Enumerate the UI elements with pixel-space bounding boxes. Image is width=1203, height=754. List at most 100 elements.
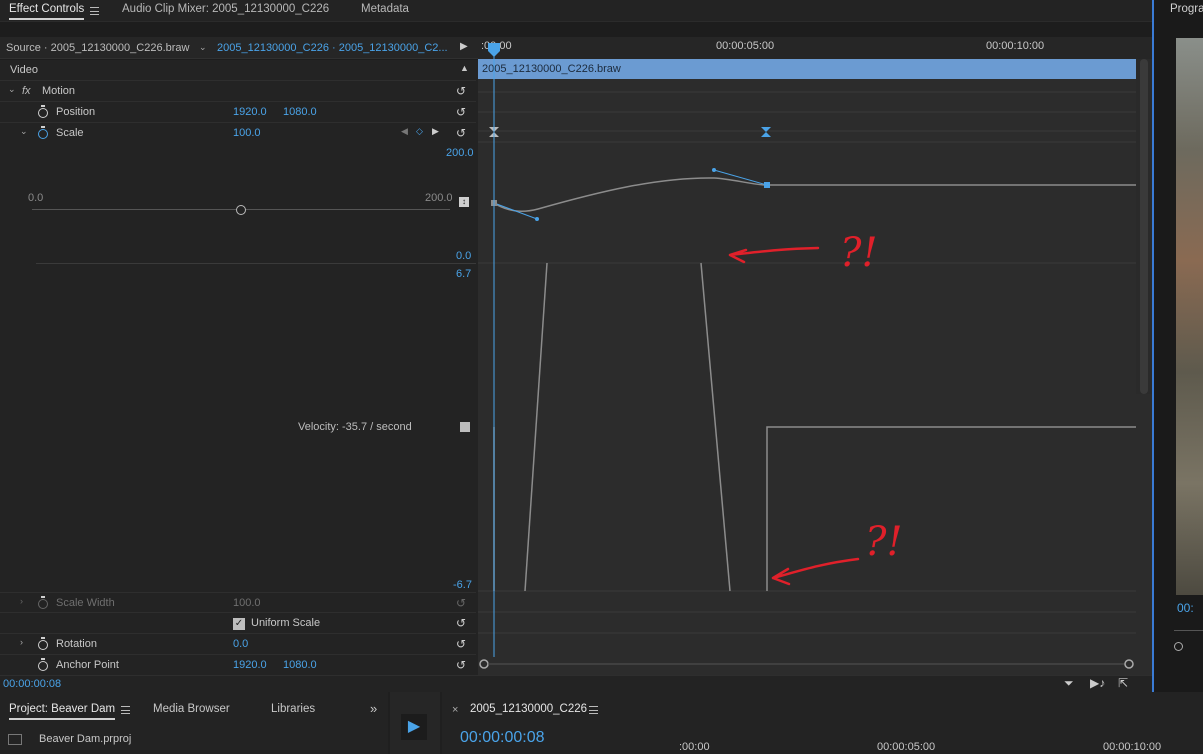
graph-divider [36,263,476,264]
keyframe-graph[interactable] [478,37,1152,675]
program-video-frame [1176,38,1203,595]
graph-bottom-label: 0.0 [456,250,472,262]
sequence-panel: × 2005_12130000_C226 00:00:00:08 :00:00 … [442,692,1203,754]
keyframe-point-selected[interactable] [764,182,770,188]
fx-icon[interactable]: fx [22,85,31,97]
project-file-icon [8,734,22,745]
reset-icon[interactable]: ↺ [456,638,468,650]
tab-metadata[interactable]: Metadata [361,3,409,15]
add-keyframe-icon[interactable]: ◇ [416,126,423,137]
panel-tab-bar: Effect Controls Audio Clip Mixer: 2005_1… [0,0,1152,22]
close-icon[interactable]: × [452,704,458,716]
annotation-note: ?! [840,230,878,276]
reset-icon[interactable]: ↺ [456,597,468,609]
velocity-top-label: 6.7 [456,268,472,280]
playhead-handle[interactable] [488,43,500,57]
filter-icon[interactable]: ⏷ [1064,676,1074,691]
panel-menu-icon[interactable] [589,706,598,714]
panel-menu-icon[interactable] [90,7,99,15]
scale-row: ⌄ Scale 100.0 ◀ ◇ ▶ ↺ [0,123,476,144]
chevron-down-icon[interactable]: ⌄ [20,126,28,137]
graph-top-label: 200.0 [446,147,474,159]
tab-libraries[interactable]: Libraries [271,703,315,715]
fit-graph-icon[interactable]: ↕ [459,197,469,207]
chevron-down-icon[interactable]: ⌄ [199,42,207,53]
reset-icon[interactable]: ↺ [456,85,468,97]
uniform-scale-label: Uniform Scale [251,617,321,629]
tab-project[interactable]: Project: Beaver Dam [9,703,116,720]
rotation-row: › Rotation 0.0 ↺ [0,634,476,655]
anchor-point-row: Anchor Point 1920.0 1080.0 ↺ [0,655,476,676]
seq-ruler-label-5: 00:00:05:00 [877,741,936,753]
export-icon[interactable]: ⇱ [1118,676,1128,690]
project-file-name[interactable]: Beaver Dam.prproj [39,733,131,745]
slider-max-label: 200.0 [425,192,453,204]
program-timecode[interactable]: 00: [1177,601,1194,615]
stopwatch-icon[interactable] [38,596,48,609]
scale-width-value[interactable]: 100.0 [233,597,261,609]
stopwatch-active-icon[interactable] [38,126,48,139]
tools-panel: ▶ [390,692,440,754]
scale-value[interactable]: 100.0 [233,127,261,139]
zoom-handle-right[interactable] [1124,659,1134,669]
sequence-clip-label[interactable]: 2005_12130000_C226 · 2005_12130000_C2... [217,42,448,54]
program-zoom-handle[interactable] [1174,642,1183,651]
annotation-arrow [728,246,820,264]
uniform-scale-checkbox[interactable]: ✓ [233,618,245,630]
reset-icon[interactable]: ↺ [456,617,468,629]
keyframe-marker-selected[interactable] [761,127,771,137]
reset-icon[interactable]: ↺ [456,127,468,139]
selection-tool-icon[interactable]: ▶ [401,714,427,740]
scale-slider-thumb[interactable] [236,205,246,215]
source-clip-label[interactable]: Source · 2005_12130000_C226.braw [6,42,189,54]
annotation-arrow [771,557,860,586]
program-scrubber[interactable] [1174,630,1203,631]
position-label: Position [56,106,96,118]
bezier-handle-point[interactable] [712,168,716,172]
position-y-value[interactable]: 1080.0 [283,106,317,118]
current-timecode[interactable]: 00:00:00:08 [3,678,61,690]
keyframe-timeline[interactable]: :00:00 00:00:05:00 00:00:10:00 2005_1213… [478,37,1152,675]
project-panel: Project: Beaver Dam Media Browser Librar… [0,692,388,754]
sequence-timecode[interactable]: 00:00:00:08 [460,729,545,747]
prev-keyframe-icon[interactable]: ◀ [401,126,408,137]
velocity-readout: Velocity: -35.7 / second [298,421,412,433]
play-only-clip-icon[interactable]: ▶ [460,41,468,52]
anchor-point-label: Anchor Point [56,659,119,671]
reset-icon[interactable]: ↺ [456,106,468,118]
next-keyframe-icon[interactable]: ▶ [432,126,439,137]
collapse-up-icon[interactable]: ▲ [460,63,469,73]
tab-audio-clip-mixer[interactable]: Audio Clip Mixer: 2005_12130000_C226 [122,3,329,15]
panel-menu-icon[interactable] [121,706,130,714]
value-curve[interactable] [493,177,1136,212]
bezier-handle[interactable] [713,169,768,186]
velocity-curve[interactable] [700,262,731,592]
program-monitor: Progra 00: [1152,0,1203,692]
chevron-right-icon[interactable]: › [20,596,23,606]
chevron-right-icon[interactable]: › [20,637,23,647]
zoom-handle-left[interactable] [479,659,489,669]
scale-width-row: › Scale Width 100.0 ↺ [0,592,476,613]
more-panels-icon[interactable]: » [370,701,377,716]
velocity-handle-icon[interactable] [460,422,470,432]
anchor-y-value[interactable]: 1080.0 [283,659,317,671]
motion-row[interactable]: ⌄ fx Motion ↺ [0,81,476,102]
tab-effect-controls[interactable]: Effect Controls [9,3,85,20]
anchor-x-value[interactable]: 1920.0 [233,659,267,671]
reset-icon[interactable]: ↺ [456,659,468,671]
rotation-value[interactable]: 0.0 [233,638,248,650]
bottom-panels: Project: Beaver Dam Media Browser Librar… [0,692,1203,754]
scale-label: Scale [56,127,84,139]
position-x-value[interactable]: 1920.0 [233,106,267,118]
tab-program[interactable]: Progra [1170,3,1203,15]
stopwatch-icon[interactable] [38,105,48,118]
stopwatch-icon[interactable] [38,637,48,650]
stopwatch-icon[interactable] [38,658,48,671]
velocity-curve[interactable] [524,262,548,592]
tab-sequence[interactable]: 2005_12130000_C226 [470,703,587,715]
chevron-down-icon[interactable]: ⌄ [8,84,16,95]
play-audio-icon[interactable]: ▶♪ [1090,676,1105,690]
bezier-handle-point[interactable] [535,217,539,221]
position-row: Position 1920.0 1080.0 ↺ [0,102,476,123]
tab-media-browser[interactable]: Media Browser [153,703,230,715]
